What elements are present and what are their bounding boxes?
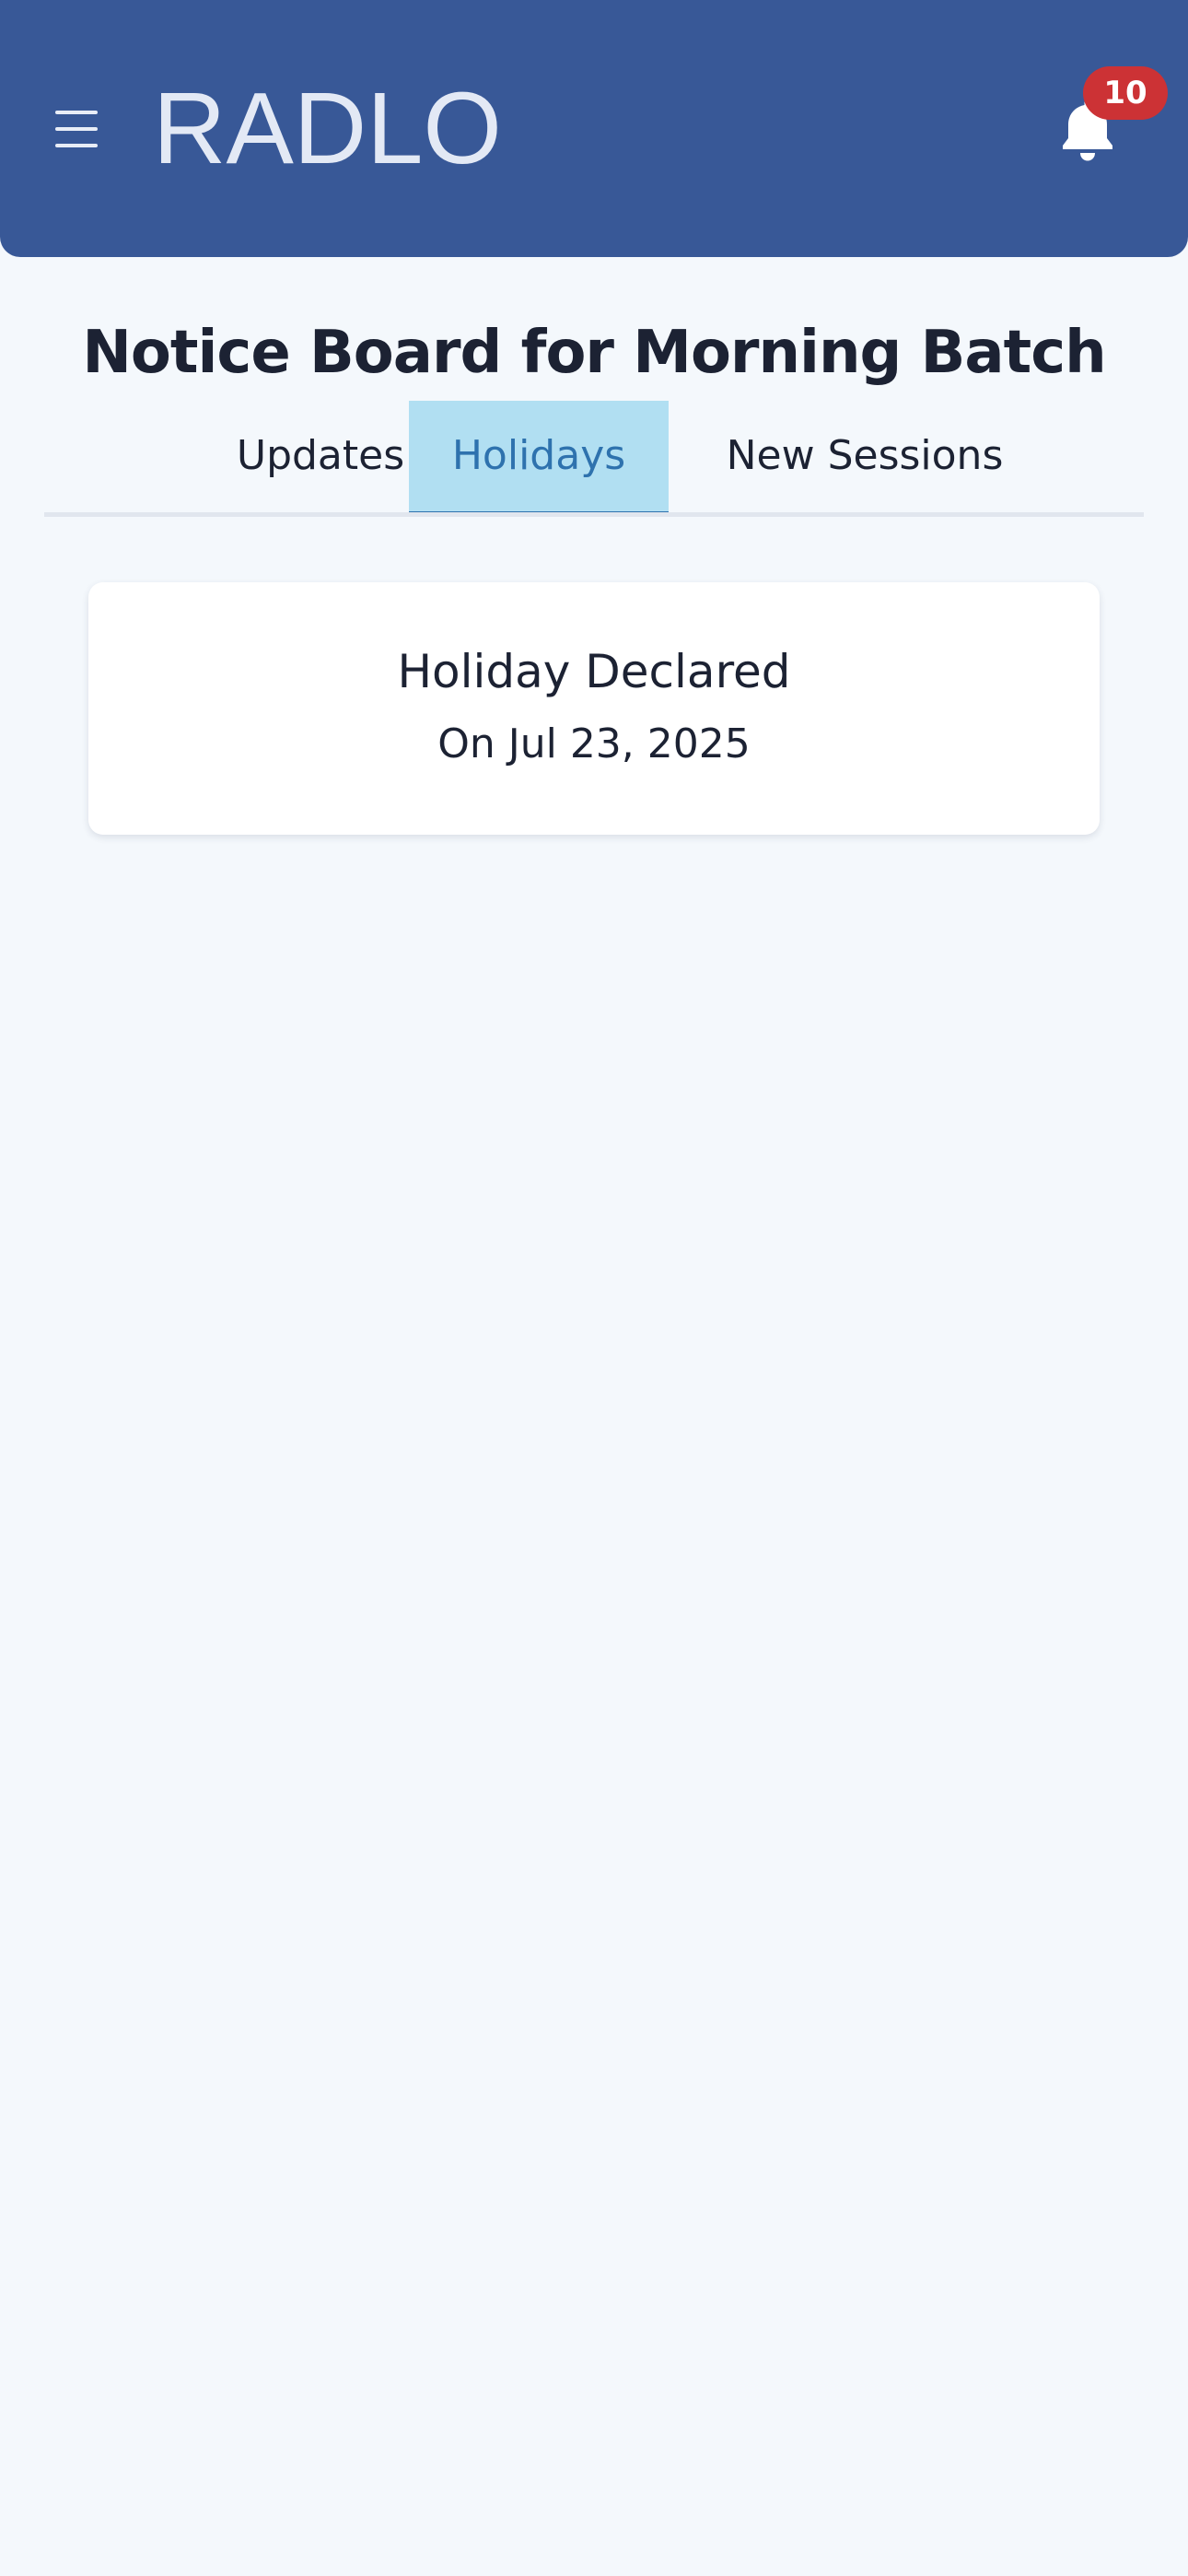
- notification-count-badge: 10: [1083, 66, 1168, 120]
- tab-holidays[interactable]: Holidays: [409, 401, 669, 517]
- notice-tabs: Updates Holidays New Sessions: [44, 401, 1144, 517]
- tab-bar-divider: [44, 512, 1144, 517]
- app-header: RADLO 10: [0, 0, 1188, 257]
- notice-title: Holiday Declared: [397, 645, 791, 698]
- tab-new-sessions[interactable]: New Sessions: [694, 401, 1035, 517]
- notice-card[interactable]: Holiday Declared On Jul 23, 2025: [88, 582, 1100, 835]
- hamburger-menu-icon[interactable]: [48, 103, 105, 155]
- page-title: Notice Board for Morning Batch: [82, 319, 1106, 387]
- app-title: RADLO: [153, 72, 502, 185]
- notice-date: On Jul 23, 2025: [437, 720, 751, 767]
